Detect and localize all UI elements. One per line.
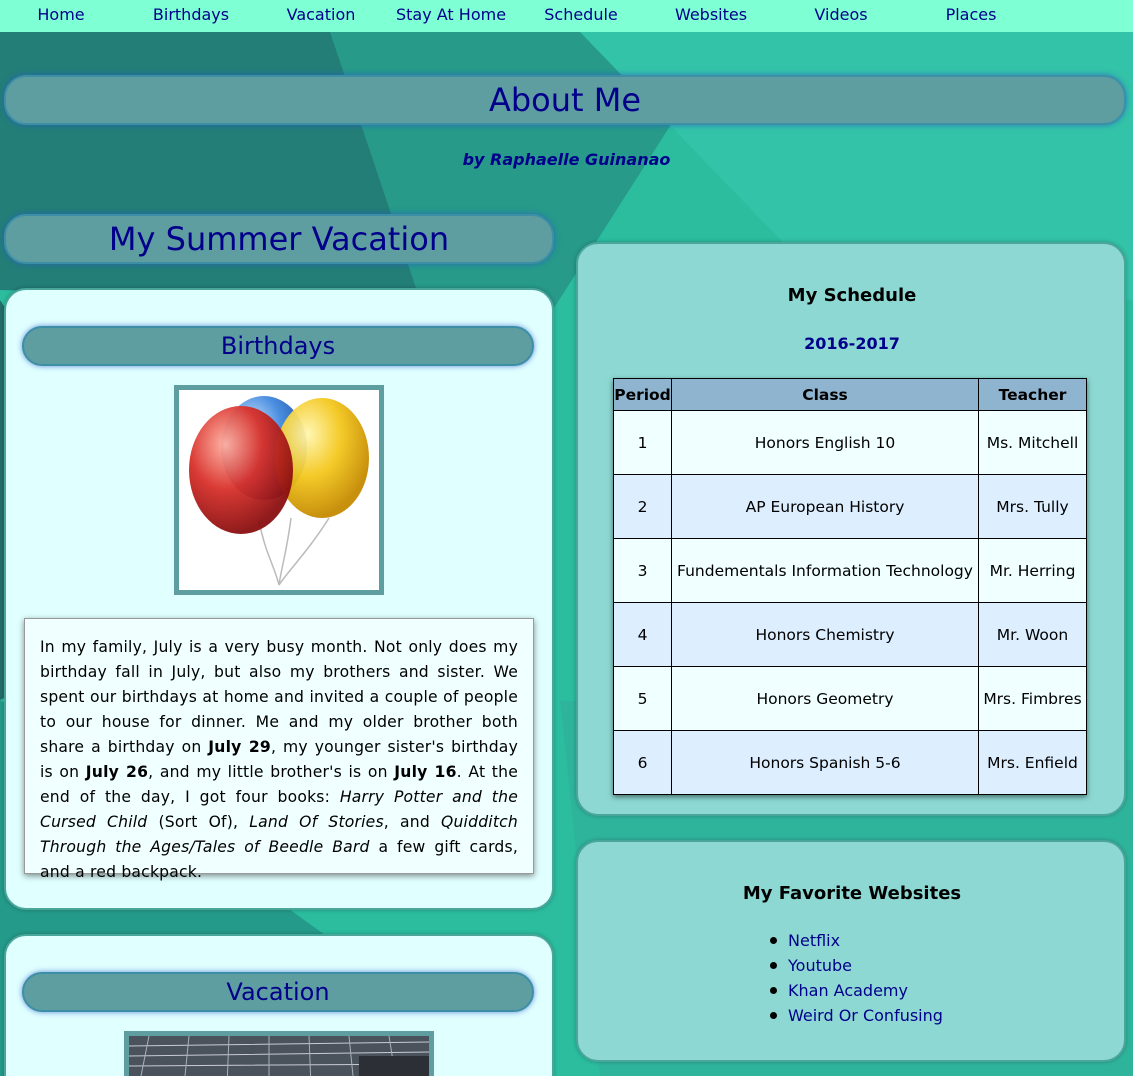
schedule-table: Period Class Teacher 1 Honors English 10…: [613, 378, 1087, 795]
column-header-teacher: Teacher: [978, 378, 1087, 411]
class-cell: Honors Geometry: [671, 666, 979, 731]
link-youtube[interactable]: Youtube: [788, 956, 852, 975]
birthday-story: In my family, July is a very busy month.…: [24, 618, 534, 881]
period-cell: 5: [613, 666, 672, 731]
column-header-class: Class: [671, 378, 979, 411]
class-cell: Honors Chemistry: [671, 602, 979, 667]
schedule-title: My Schedule: [787, 285, 917, 306]
table-row: 4 Honors Chemistry Mr. Woon: [613, 602, 1087, 667]
bullet-icon: [770, 962, 777, 969]
story-text-6: , and: [383, 813, 441, 831]
class-cell: Fundementals Information Technology: [671, 538, 979, 603]
story-text-3: , and my little brother's is on: [148, 763, 395, 781]
story-book-2: Land Of Stories: [249, 813, 384, 831]
nav-places[interactable]: Places: [906, 5, 1036, 24]
table-row: 3 Fundementals Information Technology Mr…: [613, 538, 1087, 603]
teacher-cell: Mr. Herring: [978, 538, 1087, 603]
table-row: 6 Honors Spanish 5-6 Mrs. Enfield: [613, 730, 1087, 795]
period-cell: 4: [613, 602, 672, 667]
teacher-cell: Mrs. Fimbres: [978, 666, 1087, 731]
table-header-row: Period Class Teacher: [613, 378, 1087, 411]
teacher-cell: Mr. Woon: [978, 602, 1087, 667]
nav-stay-at-home[interactable]: Stay At Home: [386, 5, 516, 24]
nav-birthdays[interactable]: Birthdays: [126, 5, 256, 24]
story-text-5: (Sort Of),: [147, 813, 250, 831]
websites-title: My Favorite Websites: [742, 883, 962, 904]
bullet-icon: [770, 937, 777, 944]
nav-vacation[interactable]: Vacation: [256, 5, 386, 24]
story-date-1: July 29: [208, 738, 271, 756]
bullet-icon: [770, 1012, 777, 1019]
period-cell: 1: [613, 410, 672, 475]
class-cell: AP European History: [671, 474, 979, 539]
period-cell: 3: [613, 538, 672, 603]
nav-websites[interactable]: Websites: [646, 5, 776, 24]
list-item: Netflix: [770, 928, 943, 953]
schedule-year: 2016-2017: [804, 334, 900, 353]
list-item: Khan Academy: [770, 978, 943, 1003]
table-row: 1 Honors English 10 Ms. Mitchell: [613, 410, 1087, 475]
story-date-3: July 16: [394, 763, 457, 781]
table-row: 2 AP European History Mrs. Tully: [613, 474, 1087, 539]
page-title: About Me: [4, 75, 1126, 125]
vacation-heading: Vacation: [22, 972, 534, 1012]
period-cell: 2: [613, 474, 672, 539]
bullet-icon: [770, 987, 777, 994]
class-cell: Honors English 10: [671, 410, 979, 475]
top-nav: Home Birthdays Vacation Stay At Home Sch…: [0, 0, 1133, 32]
link-khan-academy[interactable]: Khan Academy: [788, 981, 908, 1000]
nav-schedule[interactable]: Schedule: [516, 5, 646, 24]
teacher-cell: Ms. Mitchell: [978, 410, 1087, 475]
balloons-image: [174, 385, 384, 595]
vacation-photo: [124, 1031, 434, 1076]
websites-list: Netflix Youtube Khan Academy Weird Or Co…: [770, 928, 943, 1028]
story-date-2: July 26: [85, 763, 149, 781]
list-item: Youtube: [770, 953, 943, 978]
link-weird-or-confusing[interactable]: Weird Or Confusing: [788, 1006, 943, 1025]
table-row: 5 Honors Geometry Mrs. Fimbres: [613, 666, 1087, 731]
byline: by Raphaelle Guinanao: [462, 150, 671, 169]
list-item: Weird Or Confusing: [770, 1003, 943, 1028]
column-header-period: Period: [613, 378, 672, 411]
nav-videos[interactable]: Videos: [776, 5, 906, 24]
teacher-cell: Mrs. Tully: [978, 474, 1087, 539]
link-netflix[interactable]: Netflix: [788, 931, 840, 950]
period-cell: 6: [613, 730, 672, 795]
teacher-cell: Mrs. Enfield: [978, 730, 1087, 795]
class-cell: Honors Spanish 5-6: [671, 730, 979, 795]
nav-home[interactable]: Home: [0, 5, 126, 24]
section-title-summer: My Summer Vacation: [4, 214, 554, 264]
birthdays-heading: Birthdays: [22, 326, 534, 366]
